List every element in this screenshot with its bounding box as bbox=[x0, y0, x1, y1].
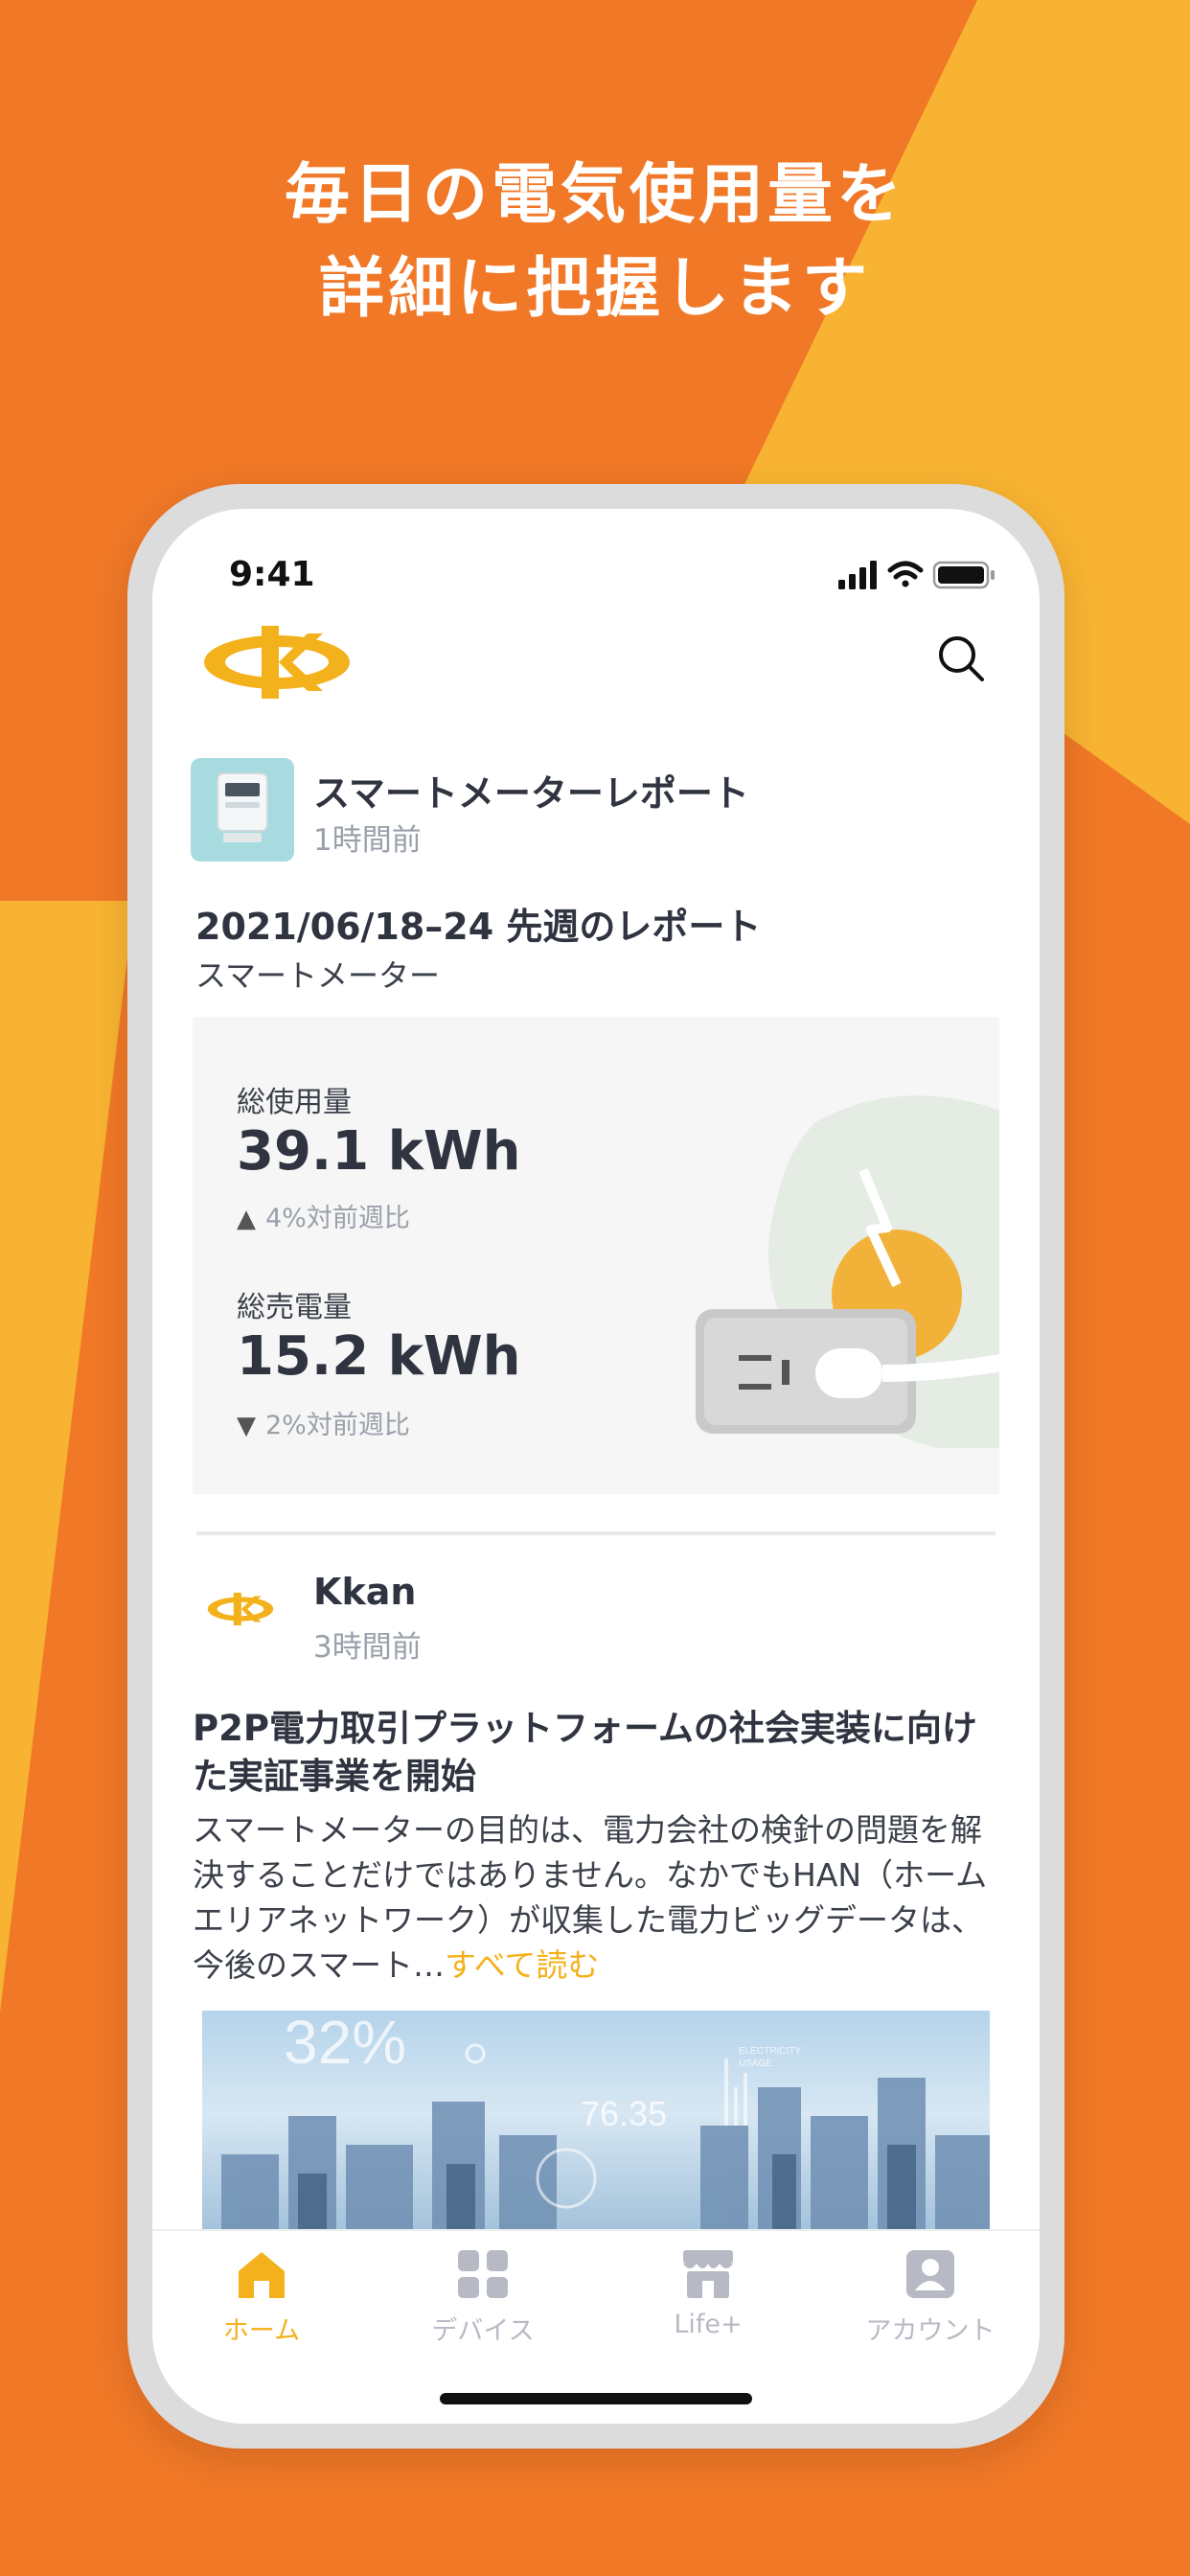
store-icon bbox=[683, 2250, 733, 2298]
smart-meter-icon bbox=[191, 758, 294, 862]
tab-account-label: アカウント bbox=[865, 2316, 995, 2346]
report-subtitle: スマートメーター bbox=[195, 957, 441, 994]
post-author: Kkan bbox=[313, 1571, 417, 1613]
usage-delta: ▲ 4%対前週比 bbox=[237, 1197, 410, 1234]
image-percent-text: 32% bbox=[284, 2011, 406, 2077]
report-stats-panel[interactable]: 総使用量 39.1 kWh ▲ 4%対前週比 総売電量 15.2 kWh ▼ 2%対… bbox=[193, 1017, 999, 1494]
signal-icon bbox=[838, 561, 877, 589]
phone-frame: 9:41 スマートメーターレポート 1時間前 2021/06/18–24 先週の… bbox=[127, 484, 1064, 2449]
usage-value: 39.1 kWh bbox=[237, 1120, 521, 1183]
post-title[interactable]: P2P電力取引プラットフォームの社会実装に向けた実証事業を開始 bbox=[193, 1705, 999, 1801]
home-indicator[interactable] bbox=[440, 2393, 752, 2404]
app-screen: 9:41 スマートメーターレポート 1時間前 2021/06/18–24 先週の… bbox=[152, 509, 1040, 2424]
status-time: 9:41 bbox=[229, 555, 315, 594]
report-title: 2021/06/18–24 先週のレポート bbox=[195, 906, 762, 948]
post-body: スマートメーターの目的は、電力会社の検針の問題を解決することだけではありません。… bbox=[193, 1807, 999, 1988]
report-card-time: 1時間前 bbox=[313, 823, 422, 858]
up-triangle-icon: ▲ bbox=[237, 1205, 256, 1233]
tab-account[interactable]: アカウント bbox=[835, 2248, 1026, 2347]
image-value-text: 76.35 bbox=[581, 2094, 667, 2133]
headline-line-1: 毎日の電気使用量を bbox=[284, 157, 905, 233]
usage-delta-text: 4%対前週比 bbox=[265, 1204, 410, 1233]
headline-line-2: 詳細に把握します bbox=[318, 251, 871, 327]
sale-label: 総売電量 bbox=[237, 1291, 352, 1324]
home-icon bbox=[239, 2252, 285, 2298]
wifi-icon bbox=[887, 561, 924, 587]
tab-devices-label: デバイス bbox=[431, 2316, 535, 2346]
sale-delta-text: 2%対前週比 bbox=[265, 1411, 410, 1440]
search-icon[interactable] bbox=[936, 633, 986, 687]
tab-home[interactable]: ホーム bbox=[166, 2248, 357, 2347]
kkan-avatar-logo bbox=[207, 1592, 274, 1626]
status-icons bbox=[838, 557, 1001, 595]
power-outlet-illustration bbox=[696, 1095, 999, 1448]
post-time: 3時間前 bbox=[313, 1630, 422, 1665]
grid-icon bbox=[458, 2250, 508, 2298]
marketing-headline: 毎日の電気使用量を 詳細に把握します bbox=[0, 149, 1190, 336]
image-tag-line-1: ELECTRICITY bbox=[739, 2046, 801, 2057]
account-icon bbox=[906, 2250, 954, 2298]
sale-delta: ▼ 2%対前週比 bbox=[237, 1404, 410, 1441]
usage-label: 総使用量 bbox=[237, 1086, 352, 1119]
image-tag-line-2: USAGE bbox=[739, 2058, 772, 2069]
read-more-link[interactable]: すべて読む bbox=[445, 1946, 599, 1984]
sale-value: 15.2 kWh bbox=[237, 1325, 521, 1388]
tab-life-plus[interactable]: Life+ bbox=[612, 2248, 804, 2339]
tab-life-plus-label: Life+ bbox=[674, 2310, 743, 2339]
section-divider bbox=[196, 1531, 995, 1535]
post-image[interactable]: 32% 76.35 ELECTRICITY USAGE bbox=[202, 2011, 990, 2241]
tab-home-label: ホーム bbox=[222, 2316, 301, 2346]
battery-icon bbox=[932, 561, 995, 589]
tab-devices[interactable]: デバイス bbox=[387, 2248, 579, 2347]
kkan-logo[interactable] bbox=[200, 622, 354, 706]
report-card-title: スマートメーターレポート bbox=[313, 772, 749, 815]
down-triangle-icon: ▼ bbox=[237, 1412, 256, 1440]
